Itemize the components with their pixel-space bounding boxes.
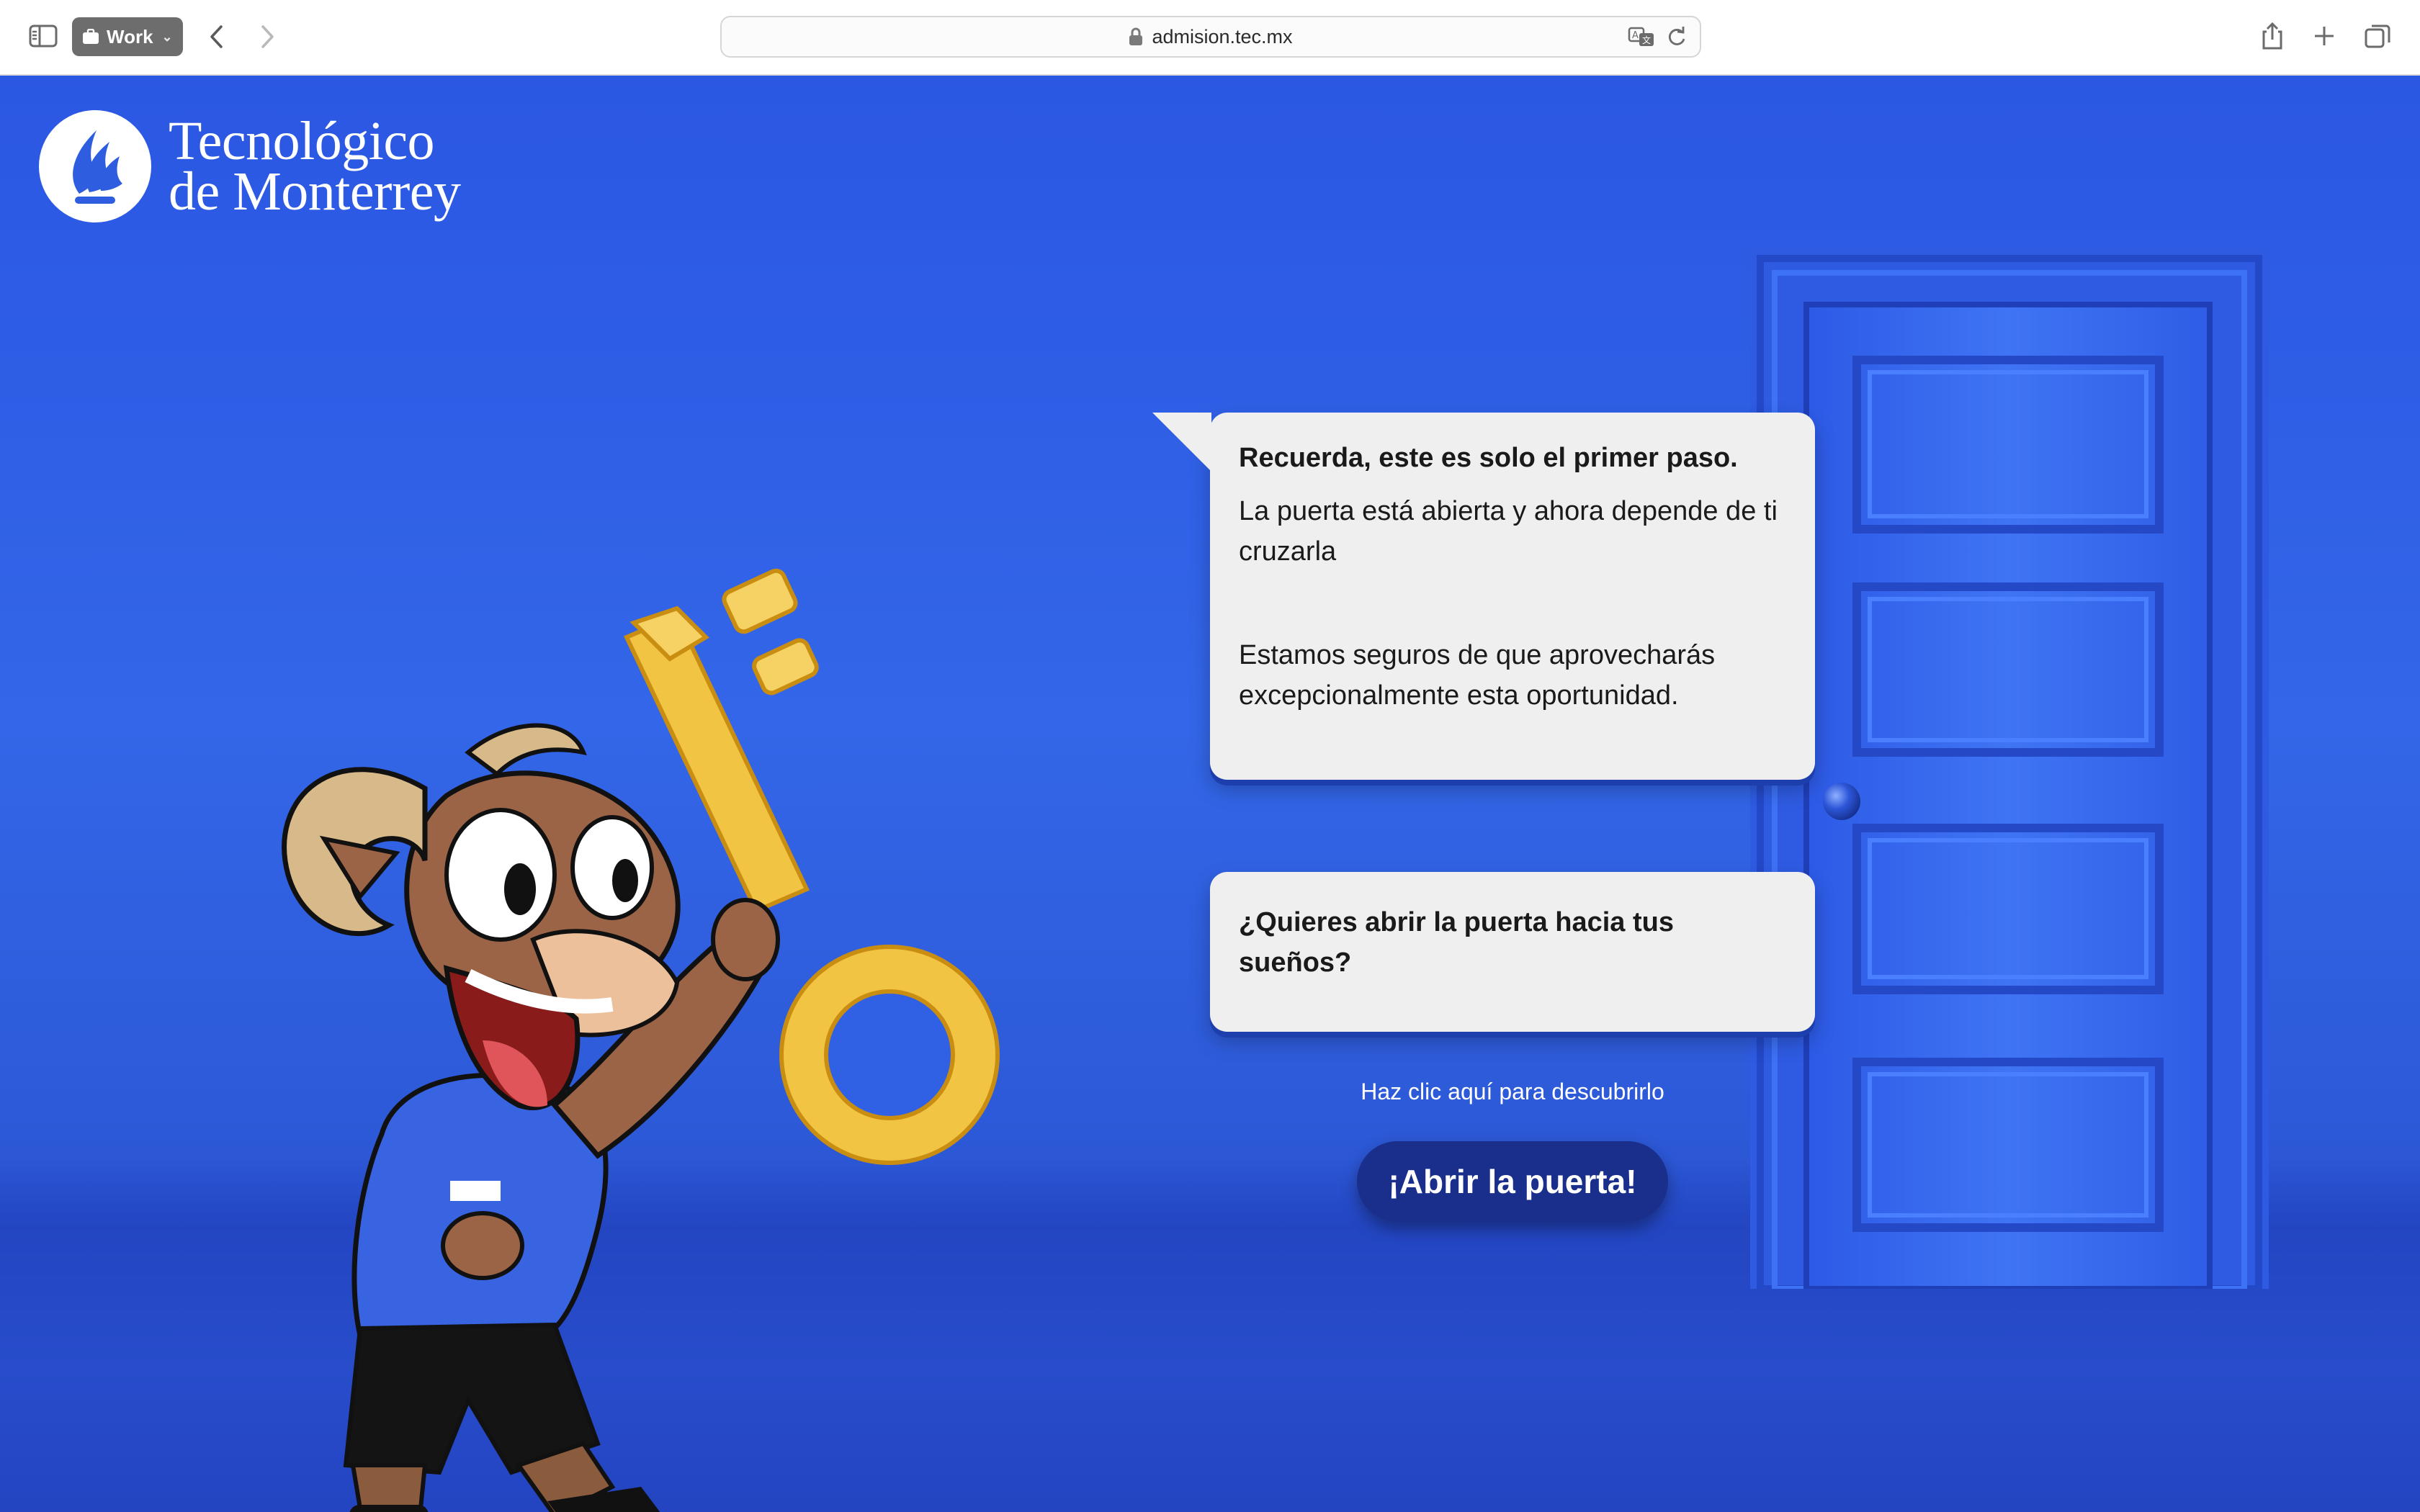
bubble-paragraph-1: La puerta está abierta y ahora depende d…: [1239, 496, 1778, 567]
share-icon: [2262, 22, 2282, 50]
brand-logo[interactable]: Tecnológico de Monterrey: [37, 109, 461, 224]
tabs-icon: [2365, 24, 2390, 48]
reload-icon[interactable]: [1667, 26, 1687, 48]
plus-icon: [2315, 27, 2334, 45]
bubble-paragraph-2: Estamos seguros de que aprovecharás exce…: [1239, 640, 1716, 711]
sidebar-toggle-button[interactable]: [26, 22, 60, 50]
torch-logo-icon: [39, 110, 151, 222]
url-text: admision.tec.mx: [1152, 25, 1293, 48]
sidebar-icon: [29, 24, 58, 48]
bubble-title: Recuerda, este es solo el primer paso.: [1239, 443, 1738, 473]
question-text: ¿Quieres abrir la puerta hacia tus sueño…: [1239, 907, 1674, 978]
translate-icon[interactable]: A 文: [1628, 26, 1657, 48]
profile-label: Work: [107, 25, 153, 48]
browser-toolbar: Work ⌄ admision.tec.mx A 文: [0, 0, 2420, 76]
forward-chevron-icon: [261, 25, 274, 48]
brand-name-line1: Tecnológico: [169, 111, 435, 171]
tab-overview-button[interactable]: [2360, 17, 2396, 55]
speech-bubble-message: Recuerda, este es solo el primer paso. L…: [1152, 413, 1815, 780]
brand-name-line2: de Monterrey: [169, 161, 461, 222]
back-chevron-icon: [210, 25, 223, 48]
chevron-down-icon: ⌄: [161, 29, 173, 44]
briefcase-icon: [83, 29, 99, 44]
back-button[interactable]: [199, 20, 235, 53]
ram-mascot-with-key-illustration: [282, 568, 1000, 1512]
profile-switcher[interactable]: Work ⌄: [72, 17, 183, 56]
click-hint-text: Haz clic aquí para descubrirlo: [1361, 1079, 1664, 1104]
open-door-button[interactable]: ¡Abrir la puerta!: [1357, 1141, 1668, 1222]
door-illustration: [1750, 248, 2269, 1289]
page-content: Tecnológico de Monterrey Recuerda, este …: [0, 76, 2420, 1512]
speech-bubble-question: ¿Quieres abrir la puerta hacia tus sueño…: [1210, 872, 1815, 1032]
lock-icon: [1129, 27, 1143, 45]
new-tab-button[interactable]: [2306, 17, 2342, 55]
share-button[interactable]: [2254, 17, 2290, 55]
svg-text:文: 文: [1642, 35, 1651, 45]
brand-name: Tecnológico de Monterrey: [169, 111, 461, 222]
address-bar[interactable]: admision.tec.mx A 文: [720, 16, 1701, 58]
forward-button[interactable]: [249, 20, 285, 53]
svg-text:A: A: [1632, 30, 1639, 41]
